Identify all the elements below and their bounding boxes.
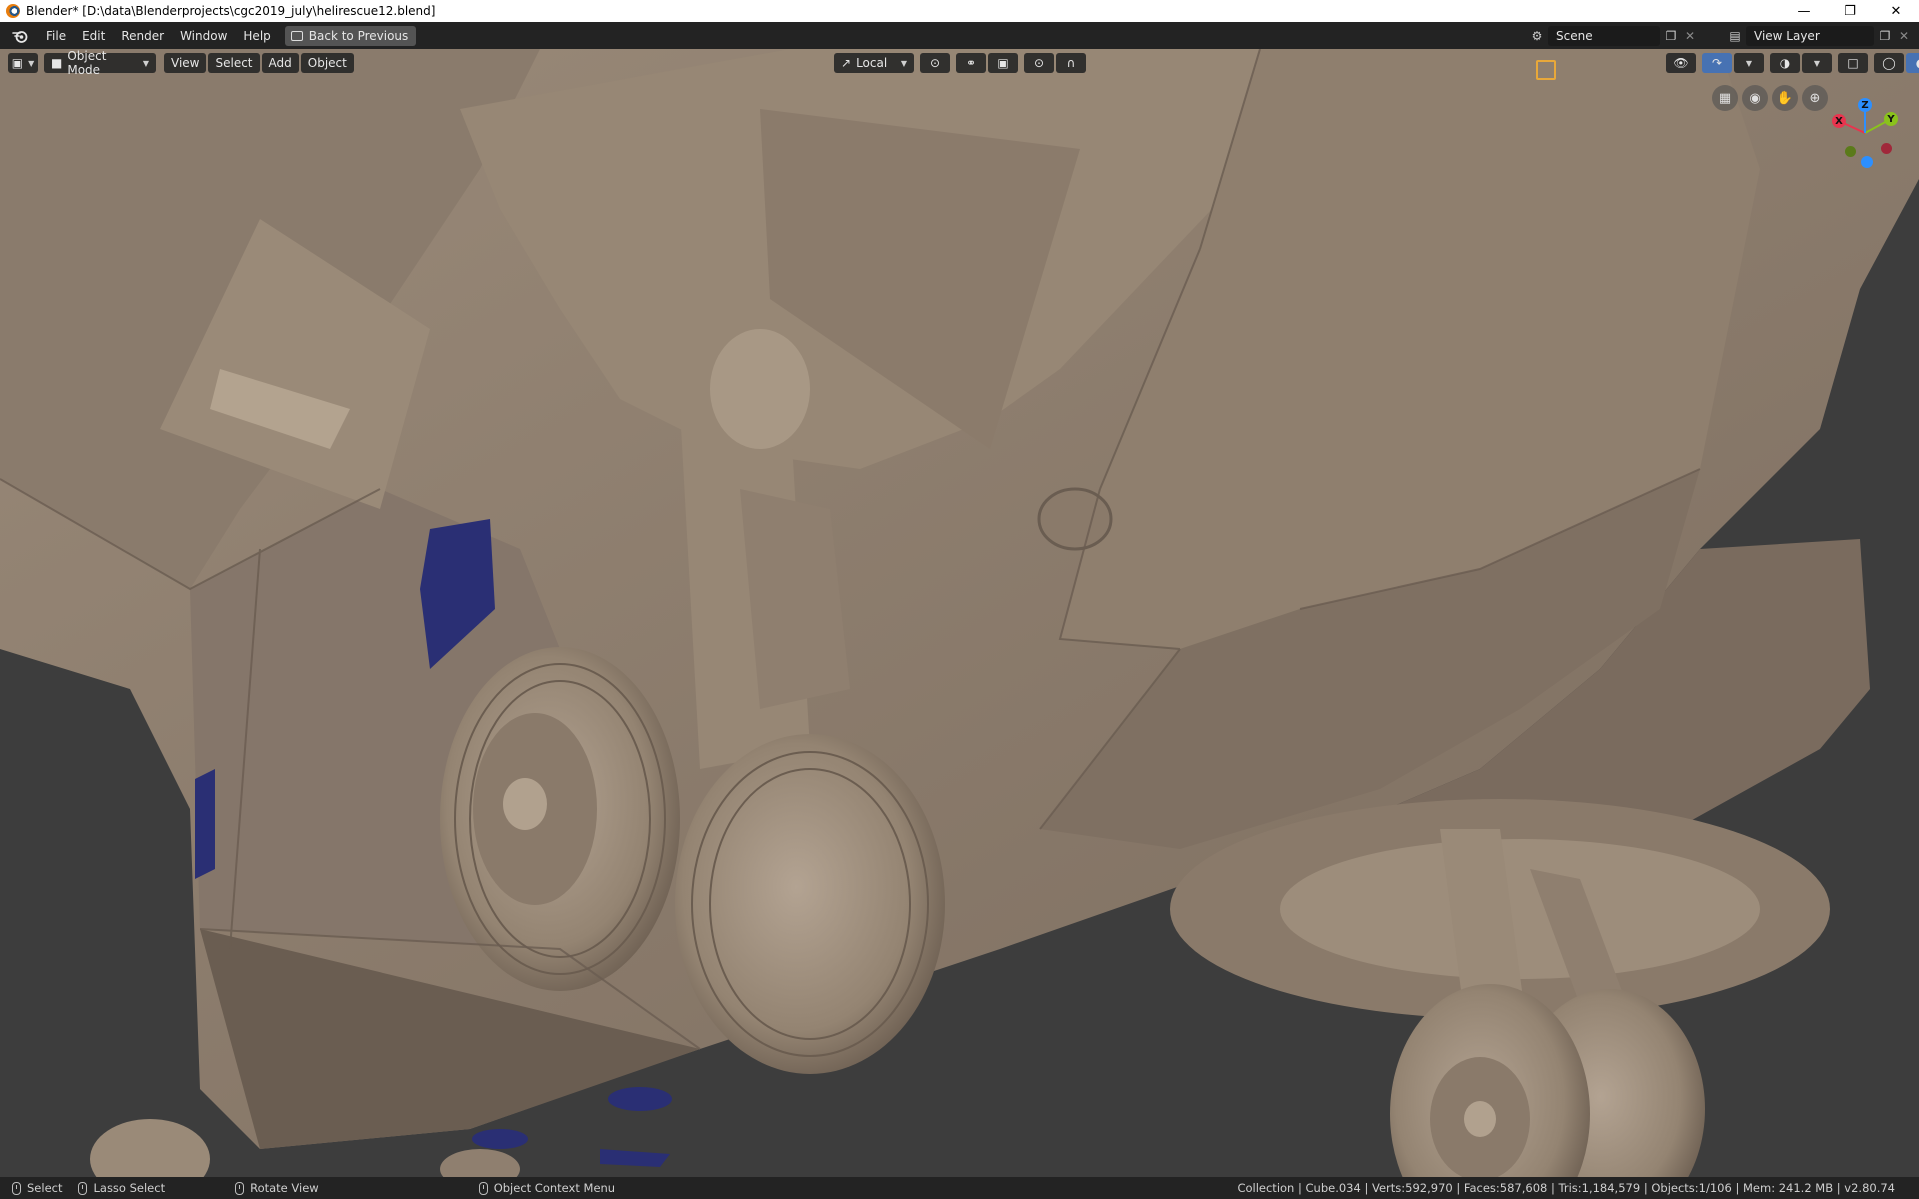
new-view-layer-icon[interactable]: ❐ <box>1874 26 1896 46</box>
pivot-point-icon[interactable]: ⊙ <box>920 53 950 73</box>
view-layer-selector: ▤ View Layer ❐ ✕ <box>1724 25 1912 46</box>
axis-neg-y-icon[interactable] <box>1845 146 1856 157</box>
screen-back-icon <box>290 30 303 41</box>
menu-add[interactable]: Add <box>261 53 299 73</box>
menu-render[interactable]: Render <box>113 25 172 47</box>
mouse-left-drag-icon <box>78 1181 88 1195</box>
belly-light-1 <box>608 1087 672 1111</box>
scene-statistics: Collection | Cube.034 | Verts:592,970 | … <box>1237 1181 1895 1195</box>
transform-orientation-dropdown[interactable]: ↗ Local ▼ <box>834 53 914 73</box>
scene-field[interactable]: Scene <box>1548 25 1660 46</box>
viewport-header-right: 👁 ↷ ▼ ◑ ▼ □ ◯ ● ◐ ◑ <box>1666 53 1919 73</box>
remove-view-layer-icon[interactable]: ✕ <box>1896 29 1912 43</box>
hand-icon[interactable]: ✋ <box>1772 85 1798 111</box>
small-window <box>195 769 215 879</box>
editor-type-button[interactable]: ▣ ▼ <box>8 53 38 73</box>
visibility-icon[interactable]: 👁 <box>1666 53 1696 73</box>
wheel-fairing-inner <box>1280 839 1760 979</box>
rear-wheel-axle <box>1464 1101 1496 1137</box>
axis-z-icon[interactable]: Z <box>1858 98 1872 112</box>
back-to-previous-label: Back to Previous <box>308 28 409 43</box>
mouse-right-icon <box>478 1181 488 1195</box>
menu-edit[interactable]: Edit <box>74 25 113 47</box>
chevron-down-icon: ▼ <box>28 58 35 68</box>
menu-help[interactable]: Help <box>235 25 278 47</box>
wireframe-icon[interactable]: ◯ <box>1874 53 1904 73</box>
viewport-header: ▣ ▼ ■ Object Mode ▼ View Select Add Objec… <box>0 49 1919 80</box>
gear-joint <box>710 329 810 449</box>
scene-icon[interactable]: ⚙ <box>1526 26 1548 46</box>
camera-icon[interactable]: ◉ <box>1742 85 1768 111</box>
mode-dropdown[interactable]: ■ Object Mode ▼ <box>44 49 156 77</box>
chevron-down-icon: ▼ <box>142 58 149 68</box>
viewport-header-left: ▣ ▼ ■ Object Mode ▼ View Select Add Objec… <box>8 49 354 77</box>
transform-orientation-label: Local <box>856 56 888 70</box>
status-context-label: Object Context Menu <box>493 1181 616 1195</box>
belly-light-2 <box>472 1129 528 1149</box>
mouse-middle-icon <box>235 1181 245 1195</box>
falloff-icon[interactable]: ∩ <box>1056 53 1086 73</box>
axis-neg-x-icon[interactable] <box>1881 143 1892 154</box>
snap-target-icon[interactable]: ▣ <box>988 53 1018 73</box>
axis-x-icon[interactable]: X <box>1832 114 1846 128</box>
mouse-left-icon <box>12 1181 21 1195</box>
axis-neg-z-icon[interactable] <box>1861 156 1873 168</box>
grid-icon[interactable]: ▦ <box>1712 85 1738 111</box>
status-lasso-label: Lasso Select <box>93 1181 166 1195</box>
status-select: Select <box>12 1181 62 1195</box>
main-wheel-rear <box>675 734 945 1074</box>
gizmo-icon[interactable]: ↷ <box>1702 53 1732 73</box>
solid-icon[interactable]: ● <box>1906 53 1919 73</box>
xray-icon[interactable]: □ <box>1838 53 1868 73</box>
status-lasso: Lasso Select <box>78 1181 165 1195</box>
new-scene-icon[interactable]: ❐ <box>1660 26 1682 46</box>
status-rotate: Rotate View <box>235 1181 319 1195</box>
close-button[interactable]: ✕ <box>1873 0 1919 22</box>
viewport-scene[interactable] <box>0 49 1919 1177</box>
back-to-previous-button[interactable]: Back to Previous <box>284 25 417 46</box>
view-layer-field[interactable]: View Layer <box>1746 25 1874 46</box>
overlay-dropdown[interactable]: ▼ <box>1802 53 1832 73</box>
3d-viewport[interactable]: ▣ ▼ ■ Object Mode ▼ View Select Add Objec… <box>0 49 1919 1177</box>
mode-label: Object Mode <box>67 49 107 77</box>
blender-app: Blender* [D:\data\Blenderprojects\cgc201… <box>0 0 1919 1199</box>
object-mode-icon: ■ <box>51 56 63 70</box>
menu-view[interactable]: View <box>164 53 207 73</box>
window-title: Blender* [D:\data\Blenderprojects\cgc201… <box>26 4 436 18</box>
menu-object[interactable]: Object <box>300 53 354 73</box>
viewport-header-center: ↗ Local ▼ ⊙ ⚭ ▣ ⊙ ∩ <box>834 53 1086 73</box>
menu-file[interactable]: File <box>38 25 74 47</box>
remove-scene-icon[interactable]: ✕ <box>1682 29 1698 43</box>
window-title-bar: Blender* [D:\data\Blenderprojects\cgc201… <box>0 0 1919 22</box>
restore-button[interactable]: ❐ <box>1827 0 1873 22</box>
orientation-icon: ↗ <box>841 56 852 70</box>
view-layer-icon[interactable]: ▤ <box>1724 26 1746 46</box>
menu-window[interactable]: Window <box>172 25 235 47</box>
axis-y-icon[interactable]: Y <box>1884 112 1898 126</box>
3d-viewport-icon: ▣ <box>11 56 24 70</box>
navigation-gizmo[interactable]: X Y Z <box>1825 93 1905 173</box>
chevron-down-icon: ▼ <box>900 58 907 68</box>
gizmo-dropdown[interactable]: ▼ <box>1734 53 1764 73</box>
proportional-editing-icon[interactable]: ⊙ <box>1024 53 1054 73</box>
overlay-icon[interactable]: ◑ <box>1770 53 1800 73</box>
fuel-cap <box>1037 487 1113 551</box>
status-rotate-label: Rotate View <box>250 1181 319 1195</box>
snap-icon[interactable]: ⚭ <box>956 53 986 73</box>
status-bar: Select Lasso Select Rotate View Object C… <box>0 1177 1919 1199</box>
blender-logo-icon[interactable] <box>8 24 32 48</box>
scene-selector: ⚙ Scene ❐ ✕ <box>1526 25 1698 46</box>
window-controls: — ❐ ✕ <box>1781 0 1919 22</box>
menu-select[interactable]: Select <box>208 53 260 73</box>
main-wheel-axle <box>503 778 547 830</box>
chevron-down-icon: ▼ <box>1813 58 1821 68</box>
chevron-down-icon: ▼ <box>1745 58 1753 68</box>
navigation-buttons: ▦ ◉ ✋ ⊕ <box>1712 85 1828 111</box>
status-select-label: Select <box>27 1181 63 1195</box>
blender-top-bar: File Edit Render Window Help Back to Pre… <box>0 22 1919 49</box>
status-context: Object Context Menu <box>478 1181 616 1195</box>
minimize-button[interactable]: — <box>1781 0 1827 22</box>
blender-app-icon <box>6 4 20 18</box>
camera-lock-icon[interactable] <box>1536 60 1556 80</box>
